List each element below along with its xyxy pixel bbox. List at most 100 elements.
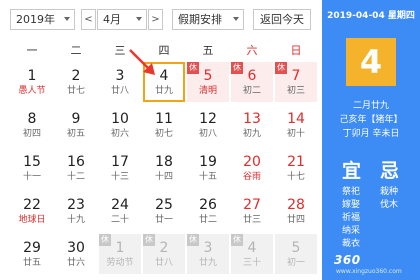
- lunar-label: 廿八: [154, 258, 173, 268]
- day-cell[interactable]: 1 愚人节: [11, 62, 53, 102]
- day-cell[interactable]: 23 十九: [55, 191, 97, 231]
- yi-label: 宜: [342, 160, 362, 182]
- lunar-label: 愚人节: [18, 86, 46, 96]
- lunar-label: 十二: [66, 172, 85, 182]
- day-cell[interactable]: 8 初四: [11, 105, 53, 145]
- day-cell[interactable]: 27 廿三: [231, 191, 273, 231]
- lunar-label: 廿九: [198, 258, 217, 268]
- lunar-label: 清明: [198, 86, 217, 96]
- day-cell[interactable]: 12 初八: [187, 105, 229, 145]
- chevron-down-icon: [233, 17, 239, 21]
- lunar-label: 劳动节: [106, 258, 134, 268]
- day-number: 16: [67, 154, 85, 170]
- day-cell[interactable]: 休 5 清明: [187, 62, 229, 102]
- weekday-label: 二: [70, 44, 82, 57]
- day-cell[interactable]: 14 初十: [275, 105, 317, 145]
- day-number: 12: [199, 111, 217, 127]
- day-number: 19: [199, 154, 217, 170]
- day-cell[interactable]: 休 1 劳动节: [99, 234, 141, 274]
- day-number: 26: [199, 197, 217, 213]
- lunar-label: 十七: [286, 172, 305, 182]
- selected-day-number: 4: [346, 38, 396, 86]
- day-cell[interactable]: 5 初一: [275, 234, 317, 274]
- prev-month-button[interactable]: <: [81, 9, 96, 30]
- holiday-tag: 休: [275, 62, 287, 74]
- lunar-label: 初三: [286, 86, 305, 96]
- year-select[interactable]: 2019年: [10, 9, 75, 30]
- ji-list: 栽种 伐木: [380, 186, 398, 212]
- ji-label: 忌: [380, 160, 400, 182]
- day-cell[interactable]: 29 廿五: [11, 234, 53, 274]
- lunar-label: 十一: [22, 172, 41, 182]
- day-number: 9: [71, 111, 81, 127]
- weekday-label: 五: [202, 44, 214, 57]
- lunar-label: 廿八: [110, 86, 129, 96]
- lunar-label: 十三: [110, 172, 129, 182]
- day-cell[interactable]: 28 廿四: [275, 191, 317, 231]
- day-number: 28: [287, 197, 305, 213]
- day-cell[interactable]: 休 4 三十: [231, 234, 273, 274]
- day-number: 13: [243, 111, 261, 127]
- yi-item: 裁衣: [342, 239, 361, 249]
- holiday-select[interactable]: 假期安排: [172, 9, 244, 30]
- holiday-select-value: 假期安排: [178, 13, 222, 26]
- day-cell[interactable]: 9 初五: [55, 105, 97, 145]
- next-month-button[interactable]: >: [148, 9, 163, 30]
- day-number: 24: [111, 197, 129, 213]
- day-cell[interactable]: 18 十四: [143, 148, 185, 188]
- lunar-label: 初十: [286, 129, 305, 139]
- lunar-label: 初四: [22, 129, 41, 139]
- calendar-grid: 1 愚人节 2 廿七 3 廿八 4 廿九休 5 清明休 6 初二休 7 初三 8 初四 9 初五 10 初六 11 初七 1…: [10, 62, 318, 280]
- yi-item: 嫁娶: [342, 200, 361, 210]
- day-cell[interactable]: 20 谷雨: [231, 148, 273, 188]
- day-number: 27: [243, 197, 261, 213]
- selected-date: 2019-04-04 星期四: [327, 11, 415, 21]
- day-number: 5: [291, 240, 301, 256]
- yi-item: 祭祀: [342, 187, 361, 197]
- watermark-logo: 360: [334, 253, 361, 267]
- day-cell[interactable]: 26 廿二: [187, 191, 229, 231]
- lunar-label: 初九: [242, 129, 261, 139]
- day-cell[interactable]: 15 十一: [11, 148, 53, 188]
- watermark-url: www.xingzuo360.com: [336, 268, 402, 275]
- day-cell[interactable]: 2 廿七: [55, 62, 97, 102]
- day-cell[interactable]: 13 初九: [231, 105, 273, 145]
- day-cell[interactable]: 休 2 廿八: [143, 234, 185, 274]
- day-cell[interactable]: 休 7 初三: [275, 62, 317, 102]
- day-cell[interactable]: 25 廿一: [143, 191, 185, 231]
- day-number: 21: [287, 154, 305, 170]
- day-cell[interactable]: 21 十七: [275, 148, 317, 188]
- lunar-date: 二月廿九: [352, 101, 389, 111]
- today-button[interactable]: 返回今天: [253, 9, 311, 30]
- calendar-panel: 2019年 < 4月 > 假期安排 返回今天 一二三四五六日 1 愚人节 2 廿七 3 廿…: [0, 0, 322, 280]
- yi-item: 祈福: [342, 213, 361, 223]
- weekday-header: 一二三四五六日: [10, 40, 318, 62]
- day-cell[interactable]: 17 十三: [99, 148, 141, 188]
- lunar-label: 初六: [110, 129, 129, 139]
- day-cell[interactable]: 休 6 初二: [231, 62, 273, 102]
- lunar-label: 十五: [198, 172, 217, 182]
- day-cell[interactable]: 10 初六: [99, 105, 141, 145]
- day-cell[interactable]: 16 十二: [55, 148, 97, 188]
- month-select[interactable]: 4月: [97, 9, 147, 30]
- year-select-value: 2019年: [16, 13, 55, 26]
- day-cell[interactable]: 24 二十: [99, 191, 141, 231]
- day-cell[interactable]: 30 廿六: [55, 234, 97, 274]
- lunar-label: 初七: [154, 129, 173, 139]
- day-cell[interactable]: 19 十五: [187, 148, 229, 188]
- day-cell[interactable]: 11 初七: [143, 105, 185, 145]
- day-cell[interactable]: 22 地球日: [11, 191, 53, 231]
- day-cell[interactable]: 休 3 廿九: [187, 234, 229, 274]
- day-number: 11: [155, 111, 173, 127]
- holiday-tag: 休: [231, 62, 243, 74]
- lunar-label: 二十: [110, 215, 129, 225]
- day-number: 18: [155, 154, 173, 170]
- lunar-label: 地球日: [18, 215, 46, 225]
- lunar-label: 十九: [66, 215, 85, 225]
- day-number: 15: [23, 154, 41, 170]
- lunar-label: 廿三: [242, 215, 261, 225]
- lunar-label: 初一: [286, 258, 305, 268]
- ganzhi-year: 己亥年【猪年】: [339, 115, 403, 125]
- day-number: 1: [27, 68, 37, 84]
- day-number: 25: [155, 197, 173, 213]
